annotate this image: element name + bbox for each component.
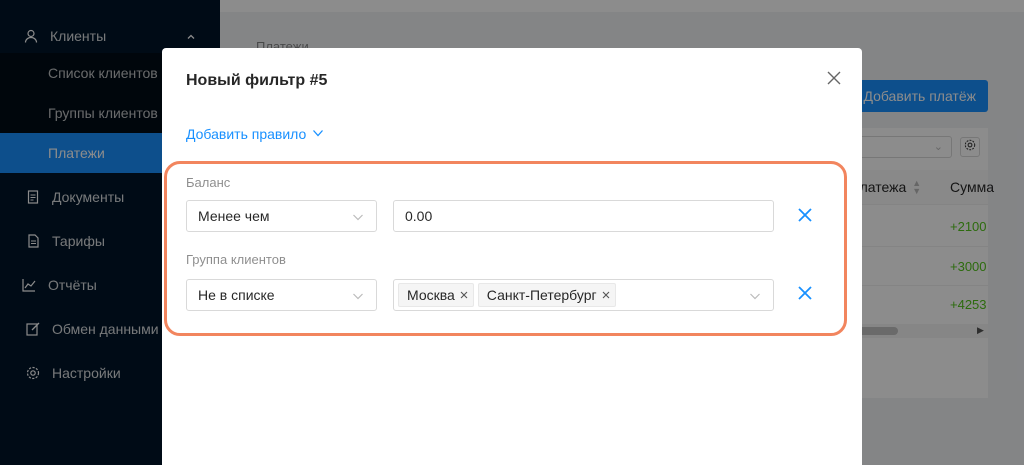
chevron-down-icon	[306, 126, 324, 142]
add-rule-link[interactable]: Добавить правило	[186, 126, 324, 142]
close-icon	[824, 71, 844, 92]
add-rule-label: Добавить правило	[186, 126, 307, 142]
modal-title: Новый фильтр #5	[186, 72, 328, 89]
rules-highlight-frame	[164, 161, 847, 336]
close-button[interactable]	[824, 68, 844, 88]
